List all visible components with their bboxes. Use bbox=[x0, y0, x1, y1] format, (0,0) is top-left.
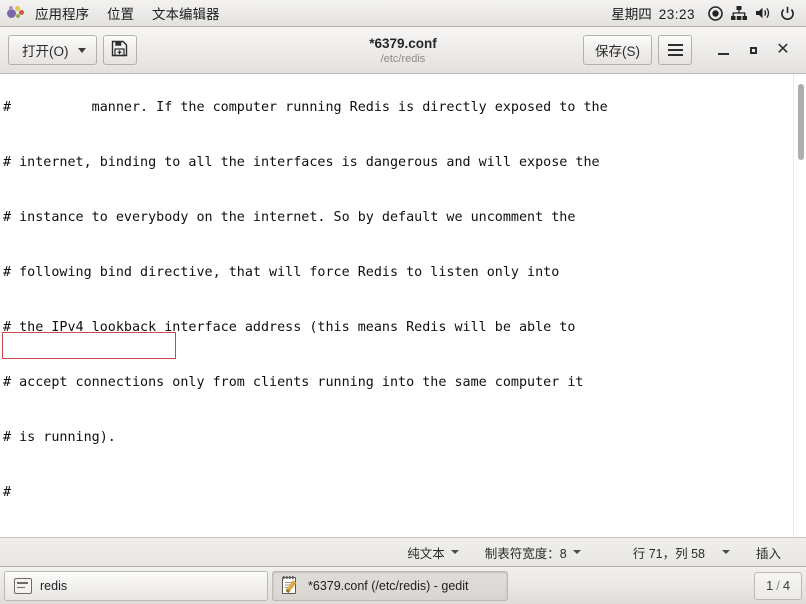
chevron-down-icon bbox=[721, 550, 730, 554]
taskbar-item-gedit[interactable]: *6379.conf (/etc/redis) - gedit bbox=[272, 570, 508, 601]
power-icon[interactable] bbox=[775, 2, 799, 24]
maximize-button[interactable] bbox=[738, 33, 768, 67]
taskbar-item-gedit-label: *6379.conf (/etc/redis) - gedit bbox=[308, 578, 469, 593]
save-button-label: 保存(S) bbox=[595, 44, 640, 59]
headerbar-right-group: 保存(S) ✕ bbox=[583, 33, 798, 67]
taskbar-item-redis[interactable]: redis bbox=[4, 570, 268, 601]
window-controls: ✕ bbox=[708, 33, 798, 67]
open-file-label: 打开(O) bbox=[22, 44, 69, 59]
code-line: # bbox=[3, 484, 12, 500]
chevron-down-icon bbox=[572, 550, 581, 554]
gedit-icon bbox=[282, 576, 300, 594]
cursor-position-dropdown[interactable] bbox=[709, 550, 743, 554]
cursor-position-label: 行 71，列 58 bbox=[632, 546, 705, 561]
network-icon[interactable] bbox=[727, 2, 751, 24]
vertical-scrollbar-thumb[interactable] bbox=[798, 84, 804, 160]
code-line: # manner. If the computer running Redis … bbox=[3, 99, 608, 115]
language-label: 纯文本 bbox=[407, 546, 445, 561]
headerbar-left-group: 打开(O) bbox=[8, 35, 137, 65]
code-line: # following bind directive, that will fo… bbox=[3, 264, 560, 280]
gnome-foot-icon[interactable] bbox=[5, 4, 25, 22]
code-line: # internet, binding to all the interface… bbox=[3, 154, 600, 170]
taskbar-item-redis-label: redis bbox=[40, 578, 68, 593]
insert-mode-indicator: 插入 bbox=[743, 543, 794, 562]
page-title: *6379.conf bbox=[369, 35, 437, 51]
panel-status-group: 星期四 23:23 bbox=[603, 0, 806, 26]
places-menu[interactable]: 位置 bbox=[98, 0, 143, 26]
open-file-button[interactable]: 打开(O) bbox=[8, 35, 97, 65]
window-list-taskbar: redis *6379.conf (/etc/redis) - gedit 1 … bbox=[0, 566, 806, 604]
close-button[interactable]: ✕ bbox=[768, 33, 798, 67]
chevron-down-icon bbox=[450, 550, 459, 554]
code-line: # is running). bbox=[3, 429, 116, 445]
tab-width-label: 制表符宽度：8 bbox=[484, 546, 567, 561]
insert-mode-label: 插入 bbox=[755, 546, 781, 561]
workspace-total: 4 bbox=[782, 578, 791, 593]
terminal-icon bbox=[14, 577, 32, 594]
record-indicator-icon[interactable] bbox=[703, 2, 727, 24]
hamburger-menu-button[interactable] bbox=[658, 35, 692, 65]
language-selector[interactable]: 纯文本 bbox=[394, 543, 472, 562]
code-line: # accept connections only from clients r… bbox=[3, 374, 584, 390]
workspace-current: 1 bbox=[765, 578, 774, 593]
chevron-down-icon bbox=[77, 47, 86, 53]
text-editor-menu[interactable]: 文本编辑器 bbox=[143, 0, 229, 26]
cursor-position-selector[interactable]: 行 71，列 58 bbox=[620, 543, 709, 562]
workspace-separator: / bbox=[776, 578, 780, 593]
workspace-switcher[interactable]: 1 / 4 bbox=[754, 571, 802, 600]
minimize-icon bbox=[717, 53, 729, 55]
document-area: # manner. If the computer running Redis … bbox=[0, 74, 806, 537]
code-line: # instance to everybody on the internet.… bbox=[3, 209, 576, 225]
minimize-button[interactable] bbox=[708, 33, 738, 67]
gedit-headerbar: 打开(O) *6379.conf /etc/redis 保存(S) ✕ bbox=[0, 27, 806, 74]
text-editor-textarea[interactable]: # manner. If the computer running Redis … bbox=[0, 74, 806, 537]
volume-icon[interactable] bbox=[751, 2, 775, 24]
clock-time: 23:23 bbox=[658, 7, 695, 22]
save-button[interactable]: 保存(S) bbox=[583, 35, 652, 65]
panel-clock[interactable]: 星期四 23:23 bbox=[603, 3, 703, 23]
maximize-icon bbox=[749, 46, 757, 54]
tab-width-selector[interactable]: 制表符宽度：8 bbox=[472, 543, 594, 562]
code-line: # the IPv4 lookback interface address (t… bbox=[3, 319, 576, 335]
gedit-window: 打开(O) *6379.conf /etc/redis 保存(S) ✕ # ma… bbox=[0, 27, 806, 566]
gnome-top-panel: 应用程序 位置 文本编辑器 星期四 23:23 bbox=[0, 0, 806, 27]
panel-menu-group: 应用程序 位置 文本编辑器 bbox=[0, 0, 229, 26]
page-subtitle: /etc/redis bbox=[380, 52, 426, 65]
applications-menu[interactable]: 应用程序 bbox=[26, 0, 98, 26]
vertical-scrollbar[interactable] bbox=[793, 74, 806, 537]
hamburger-menu-icon bbox=[667, 44, 683, 56]
close-icon: ✕ bbox=[776, 41, 790, 58]
gedit-statusbar: 纯文本 制表符宽度：8 行 71，列 58 插入 bbox=[0, 537, 806, 566]
clock-day: 星期四 bbox=[611, 7, 652, 22]
save-as-icon bbox=[111, 40, 128, 60]
save-as-button[interactable] bbox=[102, 35, 137, 65]
